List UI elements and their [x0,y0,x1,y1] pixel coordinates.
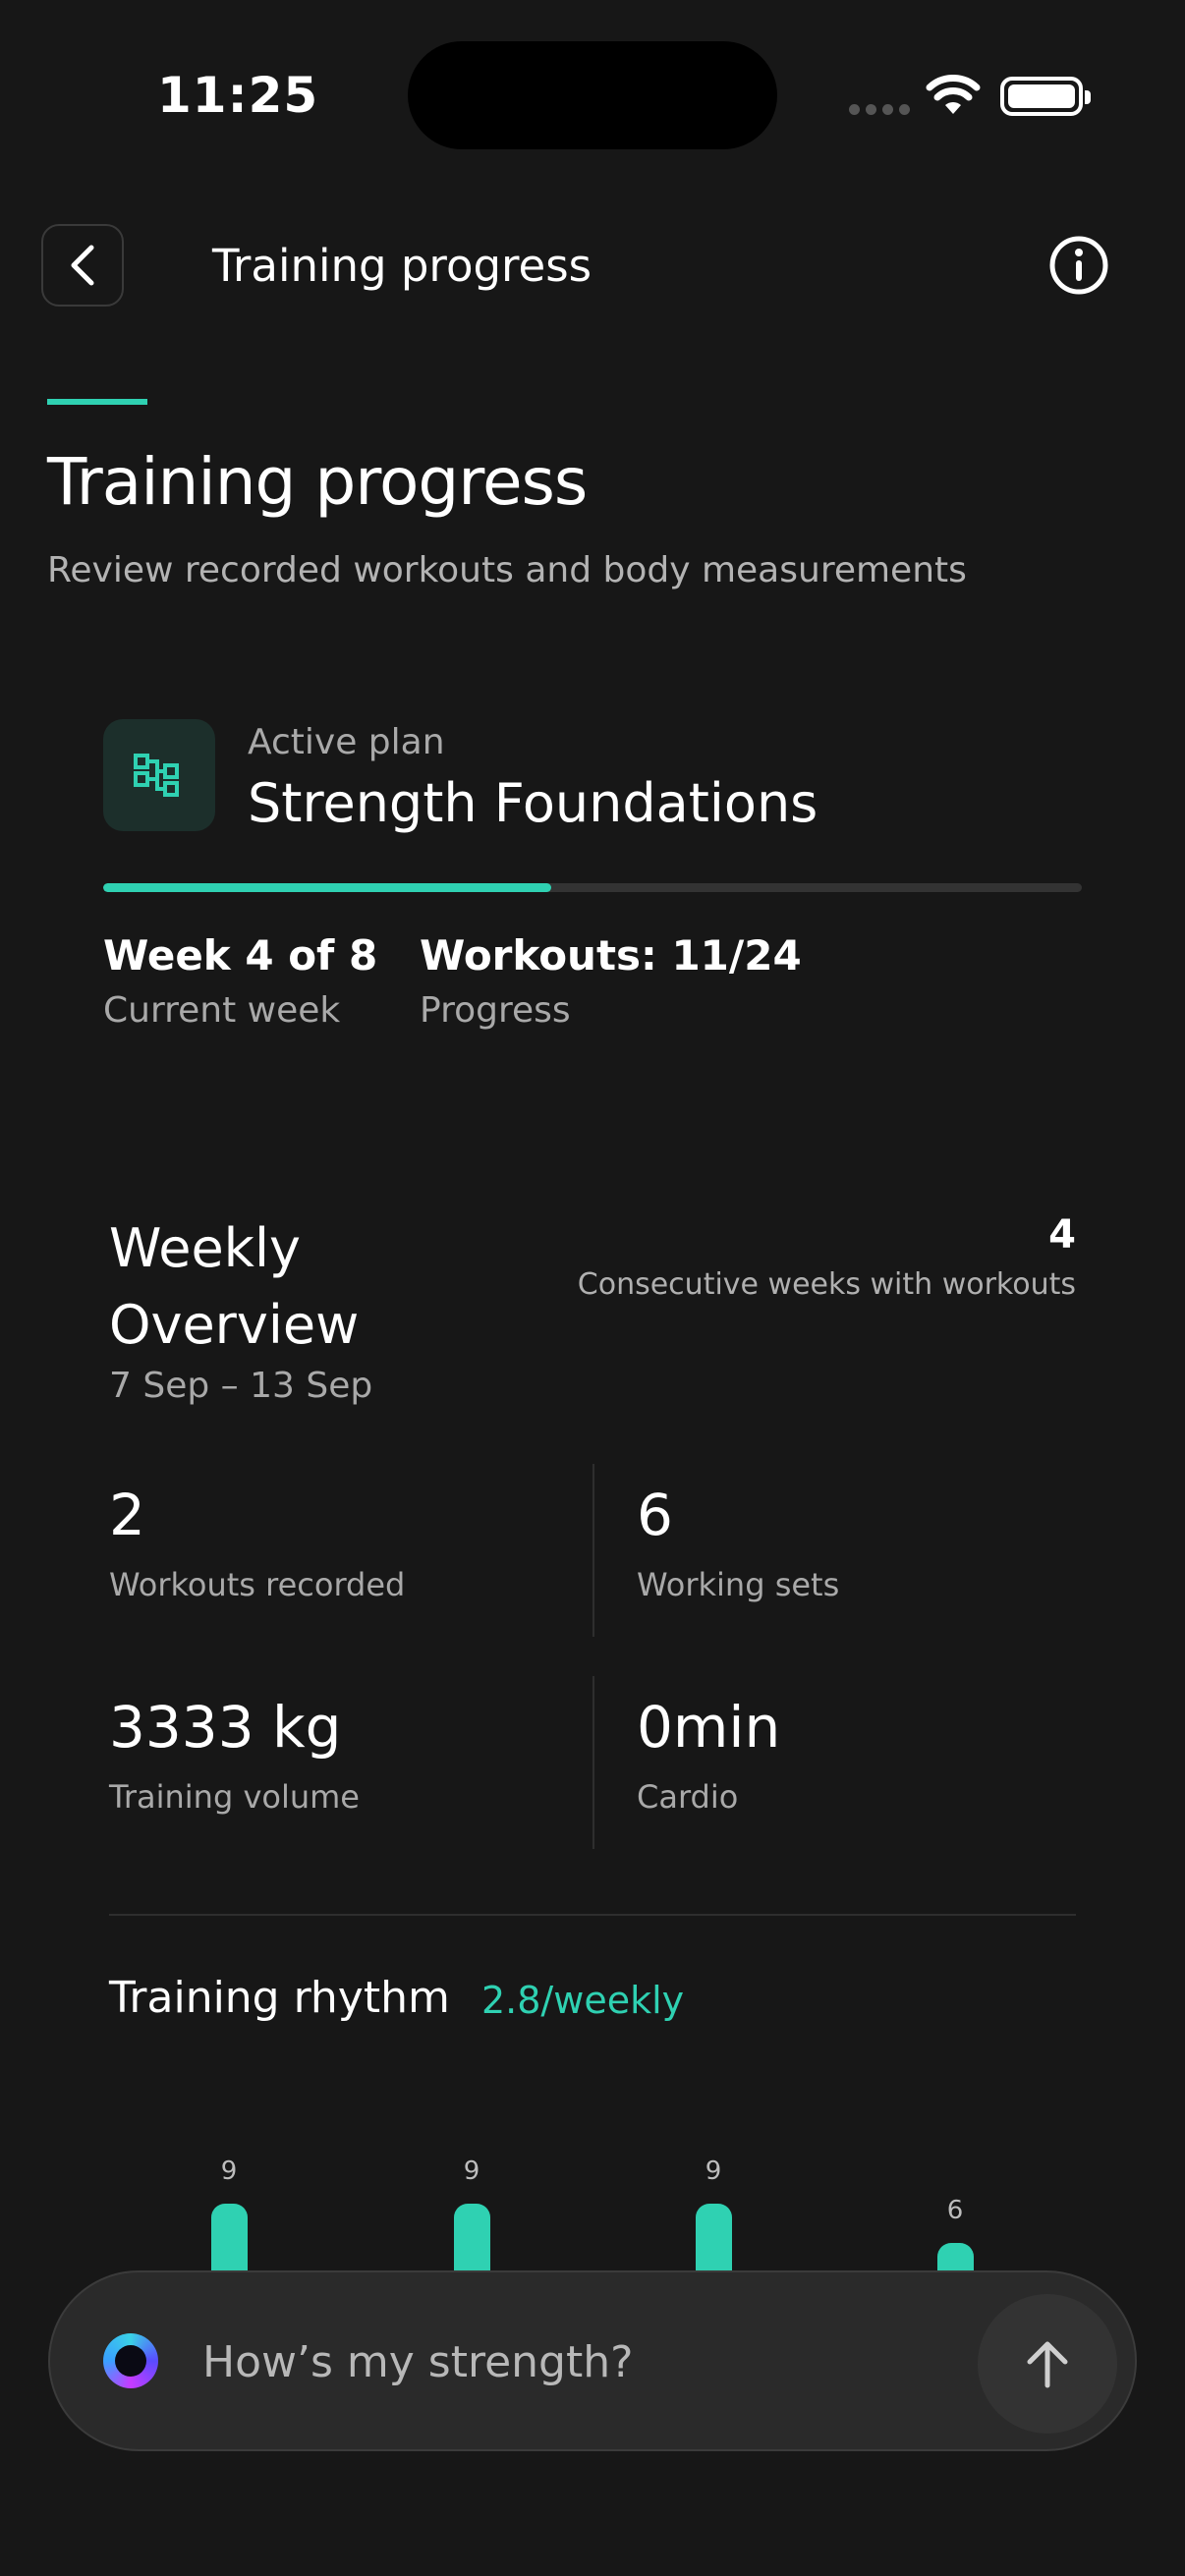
stats-divider-bottom [592,1676,594,1849]
plan-progress-bar [103,883,1082,892]
assistant-orb-icon [103,2333,158,2388]
chat-bar [48,2270,1137,2451]
stat-cardio-label: Cardio [637,1778,739,1816]
wifi-icon [926,75,981,114]
page-subtitle: Review recorded workouts and body measur… [47,550,967,590]
stats-divider-top [592,1464,594,1637]
plan-icon-tile [103,719,215,831]
weekly-overview-title: Weekly Overview [109,1217,360,1356]
workouts-value: Workouts: 11/24 [420,931,802,980]
stat-volume-label: Training volume [109,1778,360,1816]
stat-sets-label: Working sets [637,1566,840,1603]
rhythm-bar-label: 9 [463,2156,480,2186]
stat-volume-value: 3333 kg [109,1694,342,1761]
cellular-signal-icon [849,104,910,115]
dynamic-island [408,41,777,149]
stat-workouts-label: Workouts recorded [109,1566,406,1603]
nav-title: Training progress [212,240,592,292]
rhythm-bar-label: 9 [705,2156,722,2186]
plan-structure-icon [134,754,179,797]
rhythm-rate: 2.8/weekly [481,1979,685,2022]
plan-progress-fill [103,883,552,892]
streak-value: 4 [1048,1212,1076,1258]
chevron-left-icon [71,245,94,286]
plan-name: Strength Foundations [248,772,818,834]
info-icon [1049,236,1108,295]
section-divider [109,1914,1076,1916]
back-button[interactable] [41,224,124,307]
plan-label: Active plan [248,722,445,762]
send-button[interactable] [978,2294,1117,2434]
arrow-up-icon [1027,2341,1068,2388]
battery-icon [1000,77,1091,116]
page-title: Training progress [47,444,588,520]
week-value: Week 4 of 8 [103,931,378,980]
week-label: Current week [103,990,341,1031]
status-time: 11:25 [157,67,319,124]
info-button[interactable] [1047,234,1110,301]
rhythm-bar-label: 6 [946,2196,964,2225]
accent-line [47,399,147,405]
chat-input[interactable] [202,2327,988,2396]
stat-workouts-value: 2 [109,1482,145,1548]
rhythm-bar-label: 9 [220,2156,238,2186]
workouts-label: Progress [420,990,571,1031]
stat-sets-value: 6 [637,1482,673,1548]
rhythm-title: Training rhythm [109,1973,450,2023]
stat-cardio-value: 0min [637,1694,781,1761]
streak-label: Consecutive weeks with workouts [577,1267,1076,1302]
weekly-overview-date-range: 7 Sep – 13 Sep [109,1366,373,1406]
